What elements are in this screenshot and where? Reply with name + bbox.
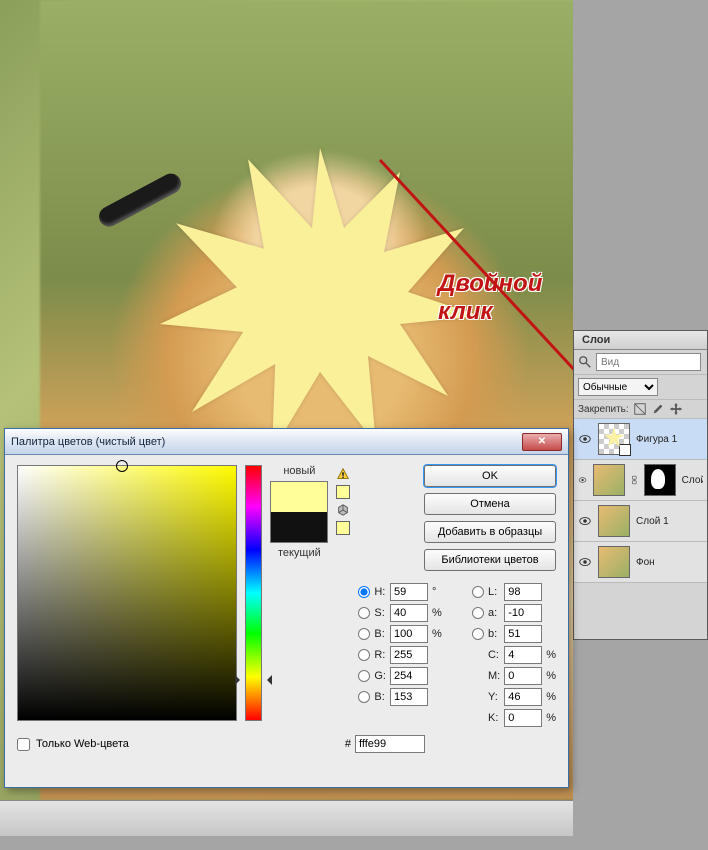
k-input[interactable] xyxy=(504,709,542,727)
swatch-column: новый текущий xyxy=(270,465,328,727)
k-label: K: xyxy=(488,712,500,724)
pct-unit: % xyxy=(546,670,556,682)
pct-unit: % xyxy=(546,712,556,724)
mode-b2-radio[interactable] xyxy=(472,628,484,640)
l-label: L: xyxy=(488,586,500,598)
layer-thumbnail[interactable] xyxy=(598,505,630,537)
layer-row-masked[interactable]: Слой 2 xyxy=(574,460,707,501)
color-swatch-pair xyxy=(270,481,328,543)
bb-input[interactable] xyxy=(390,625,428,643)
cancel-button[interactable]: Отмена xyxy=(424,493,556,515)
close-button[interactable]: ✕ xyxy=(522,433,562,451)
l-input[interactable] xyxy=(504,583,542,601)
ok-button[interactable]: OK xyxy=(424,465,556,487)
mode-a-radio[interactable] xyxy=(472,607,484,619)
warning-column xyxy=(336,467,350,727)
y-label: Y: xyxy=(488,691,500,703)
color-picker-dialog: Палитра цветов (чистый цвет) ✕ новый тек… xyxy=(4,428,569,788)
search-icon xyxy=(578,355,592,369)
mode-g-radio[interactable] xyxy=(358,670,370,682)
g-input[interactable] xyxy=(390,667,428,685)
visibility-icon[interactable] xyxy=(578,432,592,446)
link-icon xyxy=(631,472,638,488)
m-input[interactable] xyxy=(504,667,542,685)
color-libraries-button[interactable]: Библиотеки цветов xyxy=(424,549,556,571)
picker-ring-icon xyxy=(116,460,128,472)
layer-filter-input[interactable] xyxy=(596,353,701,371)
b2-input[interactable] xyxy=(504,625,542,643)
lock-row: Закрепить: xyxy=(574,400,707,419)
lock-pixels-icon[interactable] xyxy=(633,402,647,416)
web-only-checkbox[interactable] xyxy=(17,738,30,751)
add-swatch-button[interactable]: Добавить в образцы xyxy=(424,521,556,543)
layer-name: Фон xyxy=(636,557,655,568)
blend-mode-select[interactable]: Обычные xyxy=(578,378,658,396)
mode-s-radio[interactable] xyxy=(358,607,370,619)
b2-label: b: xyxy=(488,628,500,640)
visibility-icon[interactable] xyxy=(578,514,592,528)
layers-panel: Слои Обычные Закрепить: Фигура 1 Слой 2 … xyxy=(573,330,708,640)
layer-row-background[interactable]: Фон xyxy=(574,542,707,583)
m-label: M: xyxy=(488,670,500,682)
r-label: R: xyxy=(374,649,386,661)
dialog-titlebar[interactable]: Палитра цветов (чистый цвет) ✕ xyxy=(5,429,568,455)
deg-unit: ° xyxy=(432,586,446,598)
hash-label: # xyxy=(345,738,351,750)
b3-label: B: xyxy=(374,691,386,703)
r-input[interactable] xyxy=(390,646,428,664)
pct-unit: % xyxy=(432,607,446,619)
a-label: a: xyxy=(488,607,500,619)
s-input[interactable] xyxy=(390,604,428,622)
annotation-text: Двойной клик xyxy=(438,270,573,326)
current-label: текущий xyxy=(278,547,321,559)
websafe-swatch[interactable] xyxy=(336,521,350,535)
color-field[interactable] xyxy=(17,465,237,721)
a-input[interactable] xyxy=(504,604,542,622)
layer-thumbnail[interactable] xyxy=(593,464,625,496)
lock-label: Закрепить: xyxy=(578,404,629,415)
gamut-warning-icon[interactable] xyxy=(336,467,350,481)
layer-row-shape[interactable]: Фигура 1 xyxy=(574,419,707,460)
layer-name: Слой 1 xyxy=(636,516,669,527)
websafe-warning-icon[interactable] xyxy=(336,503,350,517)
web-only-label: Только Web-цвета xyxy=(36,738,129,750)
c-label: C: xyxy=(488,649,500,661)
layer-thumbnail[interactable] xyxy=(598,546,630,578)
visibility-icon[interactable] xyxy=(578,555,592,569)
pct-unit: % xyxy=(546,649,556,661)
mode-l-radio[interactable] xyxy=(472,586,484,598)
layer-name: Фигура 1 xyxy=(636,434,677,445)
h-label: H: xyxy=(374,586,386,598)
current-color-swatch xyxy=(271,512,327,542)
brush-icon[interactable] xyxy=(651,402,665,416)
b3-input[interactable] xyxy=(390,688,428,706)
layer-mask-thumbnail[interactable] xyxy=(644,464,676,496)
layer-row-photo[interactable]: Слой 1 xyxy=(574,501,707,542)
pct-unit: % xyxy=(546,691,556,703)
mode-b3-radio[interactable] xyxy=(358,691,370,703)
hue-slider[interactable] xyxy=(245,465,262,721)
g-label: G: xyxy=(374,670,386,682)
status-bar xyxy=(0,800,573,836)
h-input[interactable] xyxy=(390,583,428,601)
mode-b-radio[interactable] xyxy=(358,628,370,640)
gamut-swatch[interactable] xyxy=(336,485,350,499)
c-input[interactable] xyxy=(504,646,542,664)
bb-label: B: xyxy=(374,628,386,640)
s-label: S: xyxy=(374,607,386,619)
mode-r-radio[interactable] xyxy=(358,649,370,661)
visibility-icon[interactable] xyxy=(578,473,587,487)
hex-input[interactable] xyxy=(355,735,425,753)
mode-h-radio[interactable] xyxy=(358,586,370,598)
dialog-title: Палитра цветов (чистый цвет) xyxy=(11,436,522,448)
pct-unit: % xyxy=(432,628,446,640)
layer-name: Слой 2 xyxy=(682,475,703,486)
y-input[interactable] xyxy=(504,688,542,706)
new-color-swatch xyxy=(271,482,327,512)
color-values-grid: H: ° L: S:% a: B:% b: R: C:% G: M:% B: Y:… xyxy=(358,583,556,727)
layers-tab[interactable]: Слои xyxy=(574,331,707,350)
layer-thumbnail[interactable] xyxy=(598,423,630,455)
move-icon[interactable] xyxy=(669,402,683,416)
new-label: новый xyxy=(283,465,315,477)
